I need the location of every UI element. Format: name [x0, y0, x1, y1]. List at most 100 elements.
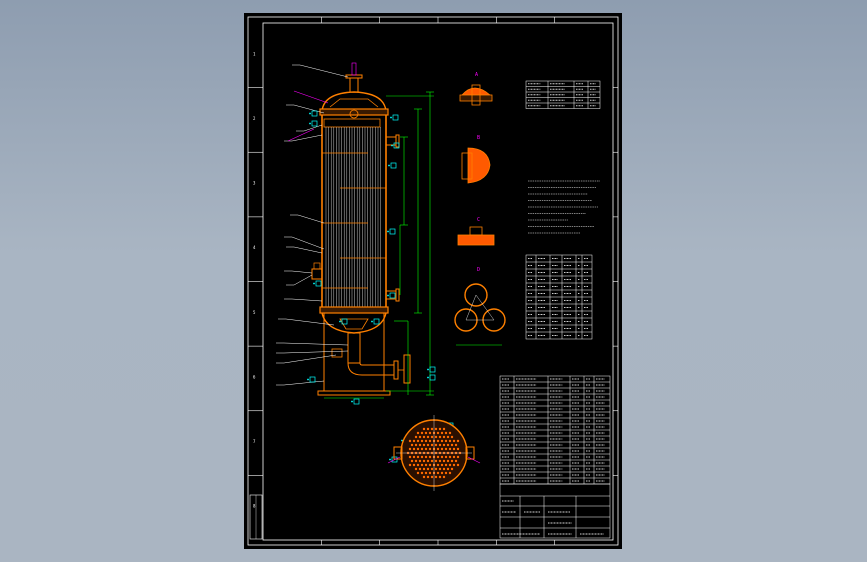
tube-hole — [426, 467, 430, 471]
tube-hole — [448, 439, 452, 443]
tube-hole — [412, 439, 416, 443]
callout-tag — [392, 114, 399, 121]
svg-text:C: C — [477, 217, 480, 223]
border-row-label: 2 — [253, 116, 256, 121]
tube-hole — [442, 443, 446, 447]
tube-bundle — [325, 127, 381, 307]
tube-hole — [444, 431, 448, 435]
tube-hole — [436, 447, 440, 451]
tube-hole — [442, 467, 446, 471]
tube-hole — [430, 467, 434, 471]
tube-hole — [436, 471, 440, 475]
tube-hole — [408, 447, 412, 451]
tube-hole — [434, 427, 438, 431]
tube-hole — [434, 435, 438, 439]
tube-hole — [446, 459, 450, 463]
tube-hole — [452, 455, 456, 459]
heat-exchanger-drawing: 12345678 A B C D — [247, 16, 619, 546]
tube-hole — [436, 455, 440, 459]
tube-hole — [428, 447, 432, 451]
leader-line — [291, 270, 313, 274]
svg-text:D: D — [477, 267, 480, 273]
border-zone-labels: 1 2 3 4 5 6 7 8 — [253, 51, 256, 508]
leader-line — [283, 354, 337, 364]
tube-hole — [422, 443, 426, 447]
tube-hole — [434, 459, 438, 463]
tube-hole — [420, 439, 424, 443]
tube-hole — [448, 447, 452, 451]
cad-drawing-canvas: 12345678 A B C D — [244, 13, 622, 549]
baffles — [322, 152, 386, 289]
callout-dot — [387, 230, 389, 233]
callout-tag — [311, 110, 318, 117]
tube-hole — [422, 459, 426, 463]
callout-tag — [373, 318, 380, 325]
bottom-head — [321, 312, 387, 334]
svg-text:A: A — [475, 72, 478, 78]
tube-hole — [438, 435, 442, 439]
tube-hole — [422, 475, 426, 479]
tube-hole — [452, 463, 456, 467]
tube-hole — [438, 459, 442, 463]
leader-line — [283, 380, 325, 386]
tube-hole — [414, 435, 418, 439]
tube-hole — [418, 459, 422, 463]
bottom-tubesheet — [319, 306, 389, 314]
nozzle-callout-tags — [307, 110, 454, 463]
callout-dot — [387, 294, 389, 297]
tube-hole — [452, 447, 456, 451]
tube-hole — [430, 443, 434, 447]
leader-line — [293, 274, 313, 286]
tube-hole — [450, 459, 454, 463]
shell-inlet-nozzle — [385, 136, 397, 146]
leader-line — [283, 350, 349, 354]
callout-dot — [389, 458, 391, 461]
tube-hole — [440, 455, 444, 459]
tube-hole — [442, 435, 446, 439]
tube-hole — [416, 463, 420, 467]
tube-hole — [448, 463, 452, 467]
border-row-label: 7 — [253, 439, 256, 444]
border-row-label: 1 — [253, 51, 256, 56]
tube-hole — [426, 435, 430, 439]
callout-tag — [389, 228, 396, 235]
border-row-label: 3 — [253, 181, 256, 186]
tube-hole — [426, 459, 430, 463]
leader-line — [291, 236, 325, 250]
tube-hole — [426, 443, 430, 447]
tube-hole — [430, 435, 434, 439]
tube-hole — [454, 443, 458, 447]
tube-hole — [438, 475, 442, 479]
detail-a — [461, 87, 492, 96]
tube-hole — [444, 463, 448, 467]
callout-tag — [390, 162, 397, 169]
tube-hole — [454, 459, 458, 463]
title-block-frame — [499, 483, 611, 539]
tube-hole — [418, 467, 422, 471]
tube-hole — [408, 455, 412, 459]
base-plate — [317, 390, 391, 396]
tube-hole — [428, 431, 432, 435]
tube-hole — [424, 431, 428, 435]
tube-hole — [446, 443, 450, 447]
callout-tag — [311, 120, 318, 127]
tube-hole — [440, 439, 444, 443]
tube-hole — [440, 447, 444, 451]
tube-hole — [436, 463, 440, 467]
callout-dot — [351, 400, 353, 403]
bill-of-materials-table — [499, 375, 611, 485]
tube-hole — [418, 435, 422, 439]
tube-hole — [420, 447, 424, 451]
callout-dot — [371, 320, 373, 323]
tube-hole — [414, 467, 418, 471]
tube-hole — [450, 467, 454, 471]
callout-tag — [309, 376, 316, 383]
tube-hole — [448, 431, 452, 435]
outlet-flange — [393, 360, 399, 380]
title-block — [499, 483, 611, 539]
top-nozzle-neck — [349, 77, 359, 93]
tube-hole — [438, 443, 442, 447]
dimension-lines — [324, 91, 434, 399]
callout-dot — [309, 122, 311, 125]
border-row-label: 8 — [253, 504, 256, 509]
